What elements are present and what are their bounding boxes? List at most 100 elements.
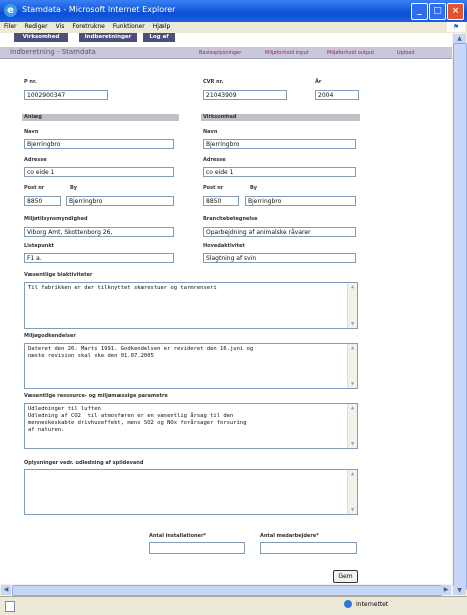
spildevand-textarea[interactable]: ▲ ▼ [24,469,358,515]
listepunkt-label: Listepunkt [24,243,55,249]
internet-zone-icon [344,600,352,608]
scrollbar-thumb[interactable] [12,585,442,596]
medarbejdere-label: Antal medarbejdere* [260,533,319,539]
textarea-scrollbar[interactable]: ▲ ▼ [347,404,357,448]
textarea-scrollbar[interactable]: ▲ ▼ [347,470,357,514]
page-icon [5,601,15,612]
scroll-up-icon[interactable]: ▲ [348,404,357,412]
anlaeg-adresse-label: Adresse [24,157,47,163]
scroll-up-icon[interactable]: ▲ [348,283,357,291]
scroll-up-icon[interactable]: ▲ [453,34,466,43]
installationer-label: Antal installationer* [149,533,207,539]
menu-filer[interactable]: Filer [0,22,21,31]
scroll-left-icon[interactable]: ◀ [1,585,11,595]
scroll-down-icon[interactable]: ▼ [348,440,357,448]
tab-indberetninger[interactable]: Indberetninger [79,33,138,42]
close-button[interactable]: × [447,3,464,20]
virksomhed-adresse-label: Adresse [203,157,226,163]
textarea-line: næste revision skal ske den 01.07.2005 [28,353,154,359]
aar-label: År [315,79,322,85]
textarea-scrollbar[interactable]: ▲ ▼ [347,344,357,388]
menu-vis[interactable]: Vis [52,22,69,31]
scroll-up-icon[interactable]: ▲ [348,344,357,352]
anlaeg-navn-field[interactable]: Bjerringbro [24,139,174,149]
listepunkt-field[interactable]: F1 a. [24,253,174,263]
maximize-button[interactable]: □ [429,3,446,20]
virksomhed-navn-label: Navn [203,129,218,135]
textarea-scrollbar[interactable]: ▲ ▼ [347,283,357,328]
link-miljoeforhold-input[interactable]: Miljøforhold input [265,50,309,56]
anlaeg-postnr-label: Post nr [24,185,45,191]
anlaeg-heading: Anlæg [22,114,179,121]
anlaeg-adresse-field[interactable]: co eide 1 [24,167,174,177]
miljoegodkendelser-label: Miljøgodkendelser [24,333,76,339]
virksomhed-postnr-field[interactable]: 8850 [203,196,239,206]
anlaeg-by-label: By [70,185,78,191]
status-bar: Internettet [0,596,467,615]
scroll-up-icon[interactable]: ▲ [348,470,357,478]
zone-label: Internettet [356,601,389,608]
menu-foretrukne[interactable]: Foretrukne [68,22,109,31]
pnr-field[interactable]: 1002900347 [24,90,108,100]
virksomhed-postnr-label: Post nr [203,185,224,191]
ie-logo-icon: e [4,4,17,17]
biaktiviteter-label: Væsentlige biaktiviteter [24,272,93,278]
cvr-label: CVR nr. [203,79,224,85]
page-horizontal-scrollbar[interactable]: ◀ ▶ [0,584,452,596]
branche-field[interactable]: Oparbejdning af animalske råvarer [203,227,356,237]
textarea-line: Udledning af CO2 til atmosfæren er en væ… [28,413,234,419]
scroll-down-icon[interactable]: ▼ [348,320,357,328]
anlaeg-navn-label: Navn [24,129,39,135]
virksomhed-by-field[interactable]: Bjerringbro [245,196,356,206]
link-upload[interactable]: Upload [397,50,415,56]
page-title: Indberetning - Stamdata [10,48,96,56]
minimize-button[interactable]: _ [411,3,428,20]
windows-flag-icon: ⚑ [447,22,465,32]
ressource-label: Væsentlige ressource- og miljømæssige pa… [24,393,168,399]
anlaeg-postnr-field[interactable]: 8850 [24,196,61,206]
medarbejdere-field[interactable] [260,542,357,554]
tab-log-af[interactable]: Log af [143,33,176,42]
myndighed-label: Miljøtilsynsmyndighed [24,216,88,222]
cvr-field[interactable]: 21043909 [203,90,287,100]
spildevand-label: Oplysninger vedr. udledning af spildevan… [24,460,144,466]
link-miljoeforhold-output[interactable]: Miljøforhold output [327,50,374,56]
menu-rediger[interactable]: Rediger [21,22,52,31]
pnr-label: P nr. [24,79,37,85]
scrollbar-thumb[interactable] [453,43,467,590]
anlaeg-by-field[interactable]: Bjerringbro [66,196,174,206]
textarea-line: Til fabrikken er der tilknyttet skærestu… [28,285,217,291]
scroll-down-icon[interactable]: ▼ [453,586,466,595]
link-basisoplysninger[interactable]: Basisoplysninger [199,50,241,56]
textarea-line: Udledninger til luften [28,406,101,412]
save-button[interactable]: Gem [333,570,358,583]
tab-virksomhed[interactable]: Virksomhed [14,33,69,42]
hovedaktivitet-field[interactable]: Slagtning af svin [203,253,356,263]
scroll-down-icon[interactable]: ▼ [348,506,357,514]
textarea-line: af naturen. [28,427,65,433]
page-content: Virksomhed Indberetninger Log af Indbere… [0,33,452,596]
miljoegodkendelser-textarea[interactable]: Dateret den 26. Marts 1991. Godkendelsen… [24,343,358,389]
virksomhed-by-label: By [250,185,258,191]
window-title: Stamdata - Microsoft Internet Explorer [22,5,176,14]
page-vertical-scrollbar[interactable]: ▲ ▼ [452,33,467,596]
textarea-line: Dateret den 26. Marts 1991. Godkendelsen… [28,346,254,352]
myndighed-field[interactable]: Viborg Amt, Skottenborg 26, [24,227,174,237]
title-bar: e Stamdata - Microsoft Internet Explorer… [0,0,467,22]
ressource-textarea[interactable]: Udledninger til luften Udledning af CO2 … [24,403,358,449]
branche-label: Branchebetegnelse [203,216,258,222]
hovedaktivitet-label: Hovedaktivitet [203,243,245,249]
installationer-field[interactable] [149,542,245,554]
textarea-line: menneskeskabte drivhuseffekt, mens SO2 o… [28,420,247,426]
menu-hjaelp[interactable]: Hjælp [149,22,175,31]
page-header: Indberetning - Stamdata Basisoplysninger… [0,47,452,59]
virksomhed-navn-field[interactable]: Bjerringbro [203,139,356,149]
virksomhed-adresse-field[interactable]: co eide 1 [203,167,356,177]
virksomhed-heading: Virksomhed [201,114,360,121]
scroll-down-icon[interactable]: ▼ [348,380,357,388]
nav-bar: Virksomhed Indberetninger Log af [0,33,452,42]
scroll-right-icon[interactable]: ▶ [441,585,451,595]
biaktiviteter-textarea[interactable]: Til fabrikken er der tilknyttet skærestu… [24,282,358,329]
menu-funktioner[interactable]: Funktioner [109,22,149,31]
aar-field[interactable]: 2004 [315,90,359,100]
